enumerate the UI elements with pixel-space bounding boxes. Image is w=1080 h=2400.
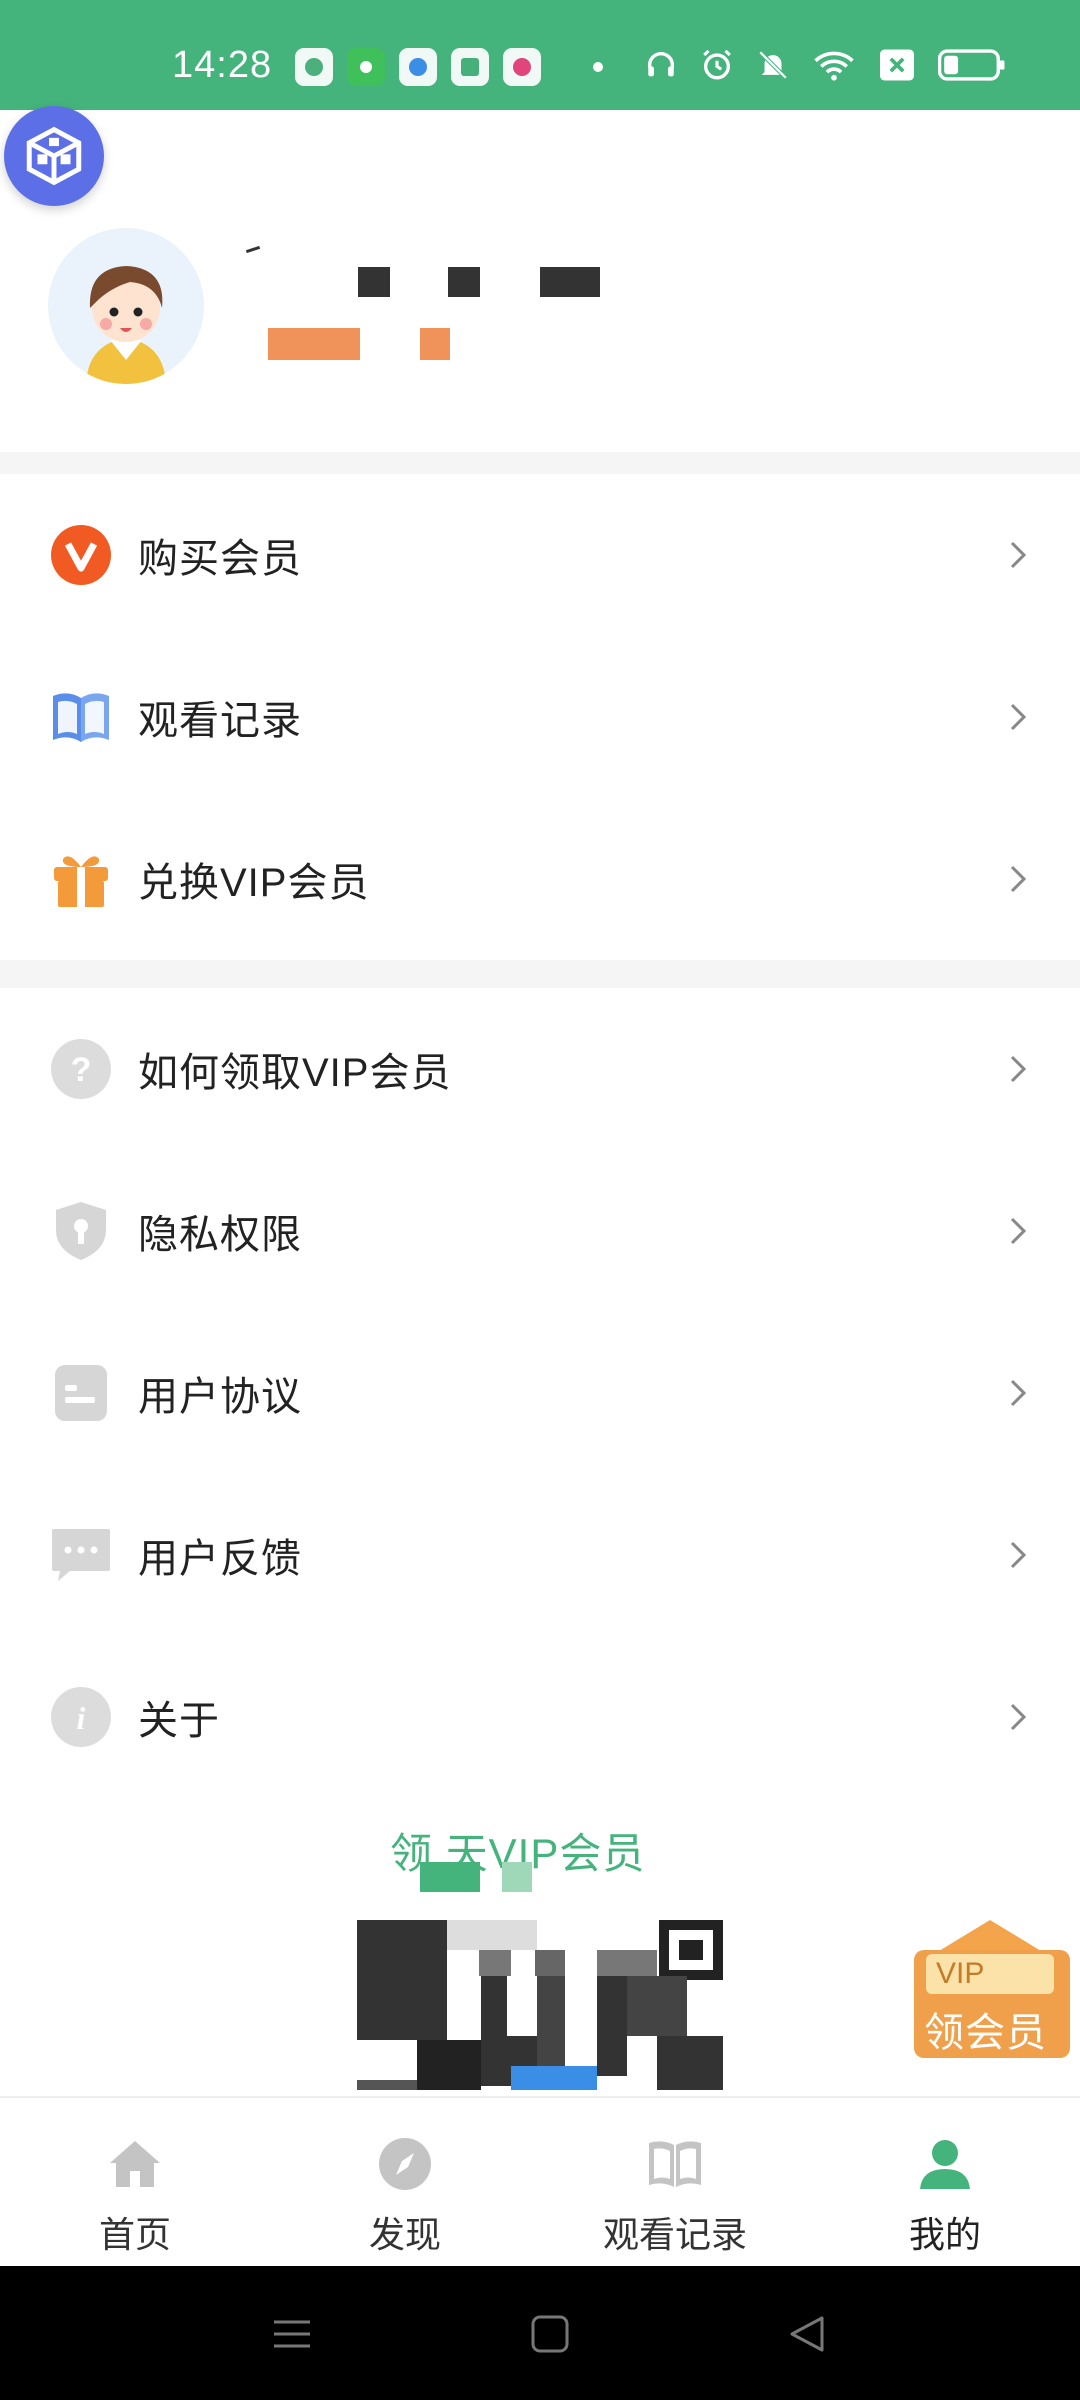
menu-label: 用户反馈: [138, 1537, 302, 1581]
nav-label: 我的: [908, 2214, 981, 2255]
menu-icon[interactable]: [268, 2310, 316, 2358]
svg-text:i: i: [77, 1700, 86, 1736]
status-time: 14:28: [172, 44, 273, 86]
menu-label: 兑换VIP会员: [138, 861, 370, 905]
wifi-icon: [814, 51, 854, 81]
user-icon: [915, 2134, 975, 2194]
chevron-right-icon: [1010, 1217, 1027, 1245]
chevron-right-icon: [1010, 865, 1027, 893]
menu-label: 关于: [138, 1699, 220, 1743]
nav-label: 观看记录: [602, 2214, 747, 2255]
compass-icon: [375, 2134, 435, 2194]
nav-item-home[interactable]: 首页: [0, 2098, 270, 2266]
nav-label: 首页: [98, 2214, 171, 2255]
menu-label: 如何领取VIP会员: [138, 1051, 452, 1095]
battery-icon: [938, 49, 1005, 81]
floating-cube-icon[interactable]: [4, 106, 104, 206]
menu-label: 用户协议: [138, 1375, 302, 1419]
question-icon: ?: [50, 1038, 112, 1100]
section-divider: [0, 452, 1080, 476]
privacy-shield-icon: [50, 1200, 112, 1262]
menu-label: 观看记录: [138, 699, 302, 743]
menu-item-user-agreement[interactable]: 用户协议: [0, 1312, 1080, 1474]
svg-text:?: ?: [71, 1051, 92, 1089]
home-icon: [105, 2134, 165, 2194]
nav-label: 发现: [368, 2214, 441, 2255]
nav-item-mine[interactable]: 我的: [810, 2098, 1080, 2266]
browser-app-icon: [399, 48, 437, 86]
notification-dot-icon: [593, 62, 603, 72]
menu-item-privacy[interactable]: 隐私权限: [0, 1150, 1080, 1312]
info-icon: i: [50, 1686, 112, 1748]
menu-item-watch-history[interactable]: 观看记录: [0, 636, 1080, 798]
nav-item-watch-history[interactable]: 观看记录: [540, 2098, 810, 2266]
book-icon: [645, 2134, 705, 2194]
vip-floating-badge[interactable]: VIP 领会员: [912, 1920, 1072, 2060]
feedback-icon: [50, 1524, 112, 1586]
chevron-right-icon: [1010, 1703, 1027, 1731]
status-bar: 14:28: [0, 0, 1080, 110]
chevron-right-icon: [1010, 1379, 1027, 1407]
menu-item-about[interactable]: i 关于: [0, 1636, 1080, 1798]
system-navigation-bar: [0, 2266, 1080, 2400]
vip-badge-roof: [934, 1920, 1046, 1954]
shield-app-icon: [451, 48, 489, 86]
promo-redacted-bars: [420, 1862, 532, 1892]
section-divider: [0, 960, 1080, 990]
status-right-icons: [644, 48, 1006, 82]
qr-code-image: [357, 1916, 723, 2090]
gift-icon: [50, 848, 112, 910]
sim-off-icon: [880, 49, 914, 81]
nav-item-discover[interactable]: 发现: [270, 2098, 540, 2266]
avatar[interactable]: [48, 228, 204, 384]
mute-icon: [758, 50, 788, 80]
bottom-navigation: 首页 发现 观看记录 我的: [0, 2096, 1080, 2266]
book-icon: [50, 686, 112, 748]
chevron-right-icon: [1010, 1541, 1027, 1569]
vip-v-icon: [50, 524, 112, 586]
menu-item-feedback[interactable]: 用户反馈: [0, 1474, 1080, 1636]
menu-item-how-to-get-vip[interactable]: ? 如何领取VIP会员: [0, 988, 1080, 1150]
baidu-app-icon: [503, 48, 541, 86]
menu-item-redeem-vip[interactable]: 兑换VIP会员: [0, 798, 1080, 960]
home-square-icon[interactable]: [526, 2310, 574, 2358]
vip-badge-text: 领会员: [924, 2011, 1047, 2055]
menu-label: 隐私权限: [138, 1213, 302, 1257]
menu-item-buy-vip[interactable]: 购买会员: [0, 474, 1080, 636]
agreement-icon: [50, 1362, 112, 1424]
vip-badge-label: VIP: [926, 1954, 1054, 1994]
chevron-right-icon: [1010, 541, 1027, 569]
k-app-icon: [295, 48, 333, 86]
back-triangle-icon[interactable]: [784, 2310, 832, 2358]
alarm-icon: [703, 49, 731, 80]
status-app-icons: [295, 48, 603, 86]
menu-label: 购买会员: [138, 537, 302, 581]
chevron-right-icon: [1010, 1055, 1027, 1083]
green-app-icon: [347, 48, 385, 86]
chevron-right-icon: [1010, 703, 1027, 731]
headphones-icon: [647, 52, 675, 77]
